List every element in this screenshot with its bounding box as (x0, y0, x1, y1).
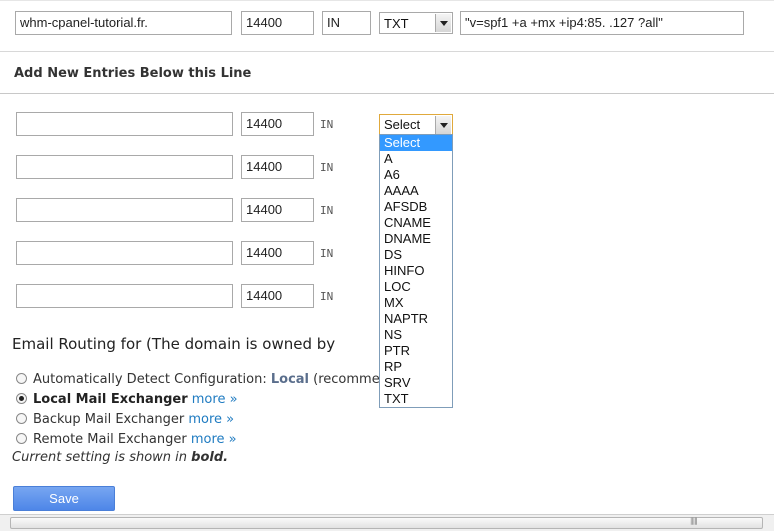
new-class-label: IN (320, 204, 334, 217)
grip-icon: ||||| (690, 517, 698, 525)
scrollbar-thumb[interactable] (10, 517, 763, 529)
dropdown-option[interactable]: DNAME (380, 231, 452, 247)
dropdown-option[interactable]: A (380, 151, 452, 167)
radio-label: Remote Mail Exchanger (33, 432, 187, 447)
new-class-label: IN (320, 247, 334, 260)
radio-backup-mx[interactable]: Backup Mail Exchanger more » (16, 412, 234, 432)
radio-button[interactable] (16, 413, 27, 424)
dropdown-option[interactable]: AAAA (380, 183, 452, 199)
dropdown-option[interactable]: RP (380, 359, 452, 375)
radio-button[interactable] (16, 393, 27, 404)
existing-record-field[interactable]: "v=spf1 +a +mx +ip4:85. .127 ?all" (460, 11, 744, 35)
chevron-down-icon[interactable] (435, 116, 451, 134)
dropdown-option[interactable]: NAPTR (380, 311, 452, 327)
divider-new-entries (0, 93, 774, 94)
radio-remote-mx[interactable]: Remote Mail Exchanger more » (16, 432, 237, 452)
radio-button[interactable] (16, 433, 27, 444)
note-text: Current setting is shown in (12, 450, 188, 465)
dropdown-option[interactable]: PTR (380, 343, 452, 359)
new-ttl-field[interactable]: 14400 (241, 198, 314, 222)
more-link[interactable]: more » (191, 432, 237, 447)
chevron-down-icon[interactable] (435, 14, 451, 32)
top-row-border (0, 0, 774, 1)
new-class-label: IN (320, 161, 334, 174)
dropdown-option[interactable]: LOC (380, 279, 452, 295)
new-name-field[interactable] (16, 155, 233, 179)
horizontal-scrollbar[interactable]: ||||| (0, 514, 774, 531)
new-name-field[interactable] (16, 241, 233, 265)
new-ttl-field[interactable]: 14400 (241, 241, 314, 265)
radio-label: Automatically Detect Configuration: (33, 372, 267, 387)
dropdown-option[interactable]: HINFO (380, 263, 452, 279)
new-class-label: IN (320, 290, 334, 303)
radio-label: Local Mail Exchanger (33, 392, 188, 407)
more-link[interactable]: more » (188, 412, 234, 427)
dropdown-option[interactable]: DS (380, 247, 452, 263)
dropdown-option[interactable]: TXT (380, 391, 452, 407)
new-type-value: Select (384, 117, 421, 132)
existing-class-field[interactable]: IN (322, 11, 371, 35)
dropdown-option[interactable]: CNAME (380, 215, 452, 231)
dropdown-option[interactable]: SRV (380, 375, 452, 391)
radio-button[interactable] (16, 373, 27, 384)
new-class-label: IN (320, 118, 334, 131)
dropdown-option[interactable]: MX (380, 295, 452, 311)
recommended-note: (recommen (313, 372, 388, 387)
existing-type-select[interactable]: TXT (379, 12, 453, 34)
new-entries-heading: Add New Entries Below this Line (14, 66, 252, 81)
dropdown-option[interactable]: AFSDB (380, 199, 452, 215)
existing-type-value: TXT (384, 16, 409, 31)
save-button[interactable]: Save (13, 486, 115, 511)
existing-name-field[interactable]: whm-cpanel-tutorial.fr. (15, 11, 232, 35)
existing-ttl-field[interactable]: 14400 (241, 11, 314, 35)
radio-auto-detect[interactable]: Automatically Detect Configuration: Loca… (16, 372, 388, 392)
divider-top (0, 51, 774, 52)
new-type-select[interactable]: Select (379, 114, 453, 136)
dropdown-option[interactable]: NS (380, 327, 452, 343)
more-link[interactable]: more » (192, 392, 238, 407)
email-routing-heading: Email Routing for (The domain is owned b… (12, 335, 336, 353)
new-ttl-field[interactable]: 14400 (241, 112, 314, 136)
current-setting-note: Current setting is shown in bold. (12, 450, 228, 465)
type-dropdown-list[interactable]: Select A A6 AAAA AFSDB CNAME DNAME DS HI… (379, 134, 453, 408)
new-name-field[interactable] (16, 112, 233, 136)
new-name-field[interactable] (16, 284, 233, 308)
dropdown-option[interactable]: Select (380, 135, 452, 151)
dropdown-option[interactable]: A6 (380, 167, 452, 183)
new-ttl-field[interactable]: 14400 (241, 284, 314, 308)
auto-detect-value: Local (270, 372, 310, 387)
radio-local-mx[interactable]: Local Mail Exchanger more » (16, 392, 238, 412)
new-name-field[interactable] (16, 198, 233, 222)
note-bold: bold. (191, 450, 229, 465)
new-ttl-field[interactable]: 14400 (241, 155, 314, 179)
radio-label: Backup Mail Exchanger (33, 412, 185, 427)
